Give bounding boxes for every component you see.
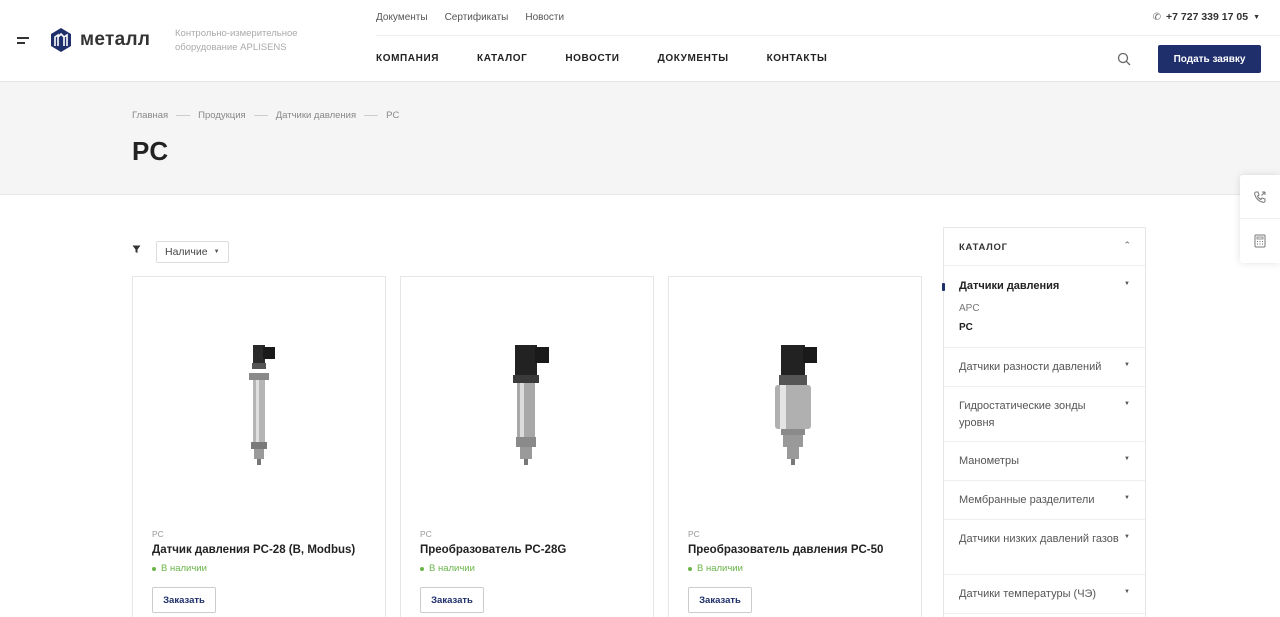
main-nav: КОМПАНИЯ КАТАЛОГ НОВОСТИ ДОКУМЕНТЫ КОНТА… [376, 53, 865, 64]
product-image[interactable] [401, 327, 653, 477]
order-button[interactable]: Заказать [420, 587, 484, 613]
pressure-transmitter-wide-icon [775, 345, 817, 465]
breadcrumb-home[interactable]: Главная [132, 110, 168, 121]
tagline: Контрольно-измерительное оборудование AP… [175, 28, 298, 53]
product-category: PC [152, 529, 164, 539]
product-image[interactable] [669, 327, 921, 477]
chevron-down-icon: ▼ [213, 249, 220, 255]
calculator-button[interactable] [1240, 219, 1280, 263]
floating-panel [1240, 175, 1280, 263]
chevron-down-icon: ▼ [1124, 495, 1130, 501]
availability-filter-select[interactable]: Наличие ▼ [156, 241, 229, 263]
logo-text: металл [80, 29, 151, 50]
order-button[interactable]: Заказать [152, 587, 216, 613]
chevron-down-icon: ▼ [1124, 534, 1130, 540]
sidebar-subitem-apc[interactable]: APC [959, 303, 980, 314]
sidebar-item-label: Мембранные разделители [959, 494, 1095, 506]
submit-request-button[interactable]: Подать заявку [1158, 45, 1261, 73]
chevron-down-icon: ▼ [1124, 281, 1130, 287]
breadcrumb-separator [176, 115, 191, 116]
sidebar-item-level-probes[interactable]: Гидростатические зонды уровня ▼ [944, 387, 1145, 442]
breadcrumb-current: PC [386, 110, 400, 121]
chevron-down-icon: ▼ [1124, 401, 1130, 407]
sidebar-item-label: Датчики температуры (ЧЭ) [959, 588, 1097, 600]
chevron-down-icon: ▼ [1124, 456, 1130, 462]
nav-news[interactable]: НОВОСТИ [565, 53, 619, 64]
logo-mark-icon [51, 28, 71, 52]
site-header: металл Контрольно-измерительное оборудов… [0, 0, 1280, 82]
top-links: Документы Сертификаты Новости [376, 12, 564, 23]
header-divider [376, 35, 1280, 36]
breadcrumb-separator [253, 115, 268, 116]
nav-contacts[interactable]: КОНТАКТЫ [767, 53, 828, 64]
stock-dot-icon [152, 566, 156, 571]
chevron-up-icon: ⌃ [1123, 240, 1131, 250]
breadcrumb: Главная Продукция Датчики давления PC [132, 110, 399, 121]
breadcrumb-products[interactable]: Продукция [198, 110, 246, 121]
phone-icon: ✆ [1152, 11, 1162, 23]
top-link-news[interactable]: Новости [525, 12, 564, 23]
product-name[interactable]: Преобразователь давления PC-50 [688, 544, 883, 556]
menu-burger-icon[interactable] [17, 37, 29, 45]
title-band: Главная Продукция Датчики давления PC PC [0, 82, 1280, 195]
chevron-down-icon: ▼ [1124, 589, 1130, 595]
top-link-certificates[interactable]: Сертификаты [445, 12, 509, 23]
phone-callback-icon [1254, 191, 1266, 203]
product-category: PC [420, 529, 432, 539]
product-name[interactable]: Преобразователь PC-28G [420, 544, 566, 556]
sidebar-item-label: Датчики разности давлений [959, 361, 1102, 373]
callback-button[interactable] [1240, 175, 1280, 219]
pressure-transmitter-icon [513, 345, 549, 465]
nav-company[interactable]: КОМПАНИЯ [376, 53, 439, 64]
product-card: PC Датчик давления PC-28 (B, Modbus) В н… [132, 276, 386, 617]
product-name[interactable]: Датчик давления PC-28 (B, Modbus) [152, 544, 355, 556]
stock-label: В наличии [161, 563, 207, 574]
sidebar-item-diaphragm-seals[interactable]: Мембранные разделители ▼ [944, 481, 1145, 520]
nav-catalog[interactable]: КАТАЛОГ [477, 53, 527, 64]
chevron-down-icon: ▼ [1124, 362, 1130, 368]
sidebar-item-low-pressure-gas[interactable]: Датчики низких давлений газов ▼ [944, 520, 1145, 575]
filter-selected-label: Наличие [165, 246, 208, 258]
page-title: PC [132, 136, 169, 166]
pressure-sensor-icon [249, 345, 275, 465]
product-card: PC Преобразователь PC-28G В наличии Зака… [400, 276, 654, 617]
sidebar-item-temperature-sensors[interactable]: Датчики температуры (ЧЭ) ▼ [944, 575, 1145, 614]
stock-status: В наличии [152, 563, 207, 574]
stock-label: В наличии [697, 563, 743, 574]
stock-status: В наличии [688, 563, 743, 574]
catalog-header[interactable]: КАТАЛОГ ⌃ [944, 228, 1145, 266]
sidebar-item-label: Датчики низких давлений газов [959, 533, 1119, 545]
order-button[interactable]: Заказать [688, 587, 752, 613]
sidebar-item-manometers[interactable]: Манометры ▼ [944, 442, 1145, 481]
breadcrumb-pressure-sensors[interactable]: Датчики давления [276, 110, 356, 121]
breadcrumb-separator [364, 115, 379, 116]
phone[interactable]: ✆ +7 727 339 17 05 ▼ [1153, 11, 1260, 23]
catalog-sidebar: КАТАЛОГ ⌃ Датчики давления ▼ APC PC Датч… [942, 227, 1146, 617]
chevron-down-icon: ▼ [1253, 13, 1260, 21]
sidebar-subitem-pc[interactable]: PC [959, 322, 973, 333]
stock-status: В наличии [420, 563, 475, 574]
stock-dot-icon [688, 566, 692, 571]
top-link-documents[interactable]: Документы [376, 12, 428, 23]
logo[interactable]: металл [50, 27, 150, 53]
filter-icon[interactable] [132, 245, 141, 254]
phone-number: +7 727 339 17 05 [1166, 11, 1249, 23]
stock-label: В наличии [429, 563, 475, 574]
product-image[interactable] [133, 327, 385, 477]
search-icon[interactable] [1117, 52, 1131, 66]
catalog-title: КАТАЛОГ [959, 242, 1008, 253]
sidebar-item-label: Манометры [959, 455, 1019, 467]
sidebar-item-diff-pressure[interactable]: Датчики разности давлений ▼ [944, 348, 1145, 387]
stock-dot-icon [420, 566, 424, 571]
product-card: PC Преобразователь давления PC-50 В нали… [668, 276, 922, 617]
sidebar-item-label: Датчики давления [959, 280, 1060, 292]
product-category: PC [688, 529, 700, 539]
nav-documents[interactable]: ДОКУМЕНТЫ [658, 53, 729, 64]
sidebar-item-label: Гидростатические зонды уровня [959, 400, 1086, 429]
calculator-icon [1254, 234, 1266, 248]
